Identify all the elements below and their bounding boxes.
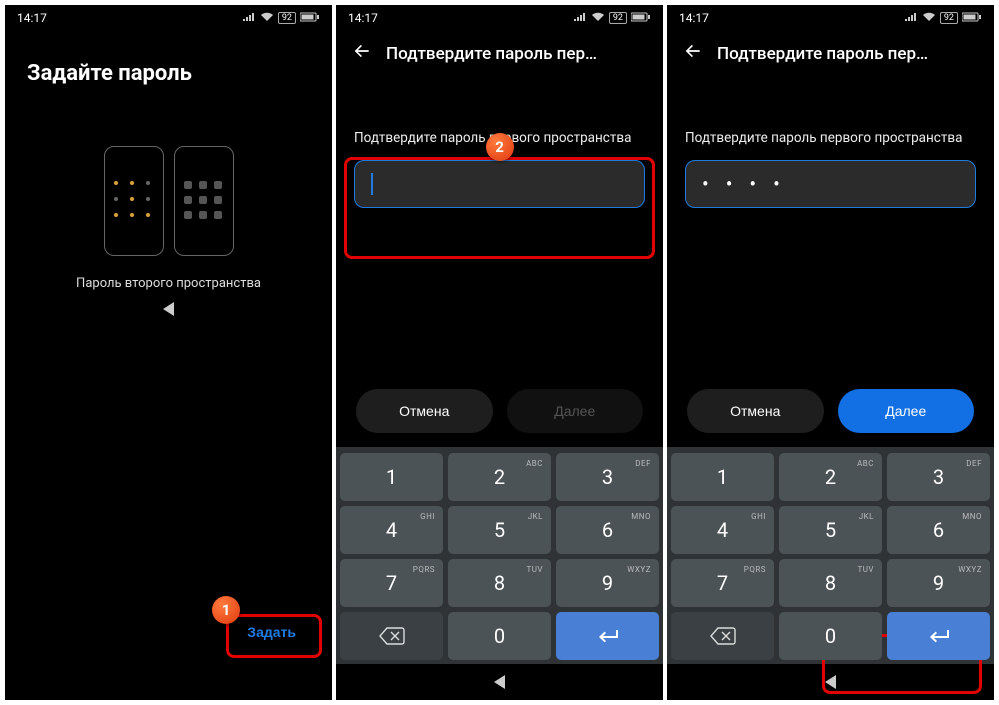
key-4[interactable]: 4GHI <box>671 506 774 554</box>
key-1[interactable]: 1 <box>671 453 774 501</box>
key-2[interactable]: 2ABC <box>448 453 551 501</box>
wifi-icon <box>260 12 274 25</box>
annotation-highlight-2 <box>344 157 655 259</box>
key-7[interactable]: 7PQRS <box>671 559 774 607</box>
key-7[interactable]: 7PQRS <box>340 559 443 607</box>
pin-value: • • • • <box>702 172 786 196</box>
key-backspace[interactable] <box>340 612 443 660</box>
battery-level: 92 <box>940 12 958 24</box>
key-9[interactable]: 9WXYZ <box>556 559 659 607</box>
key-5[interactable]: 5JKL <box>779 506 882 554</box>
annotation-highlight-1 <box>226 614 322 658</box>
caption: Пароль второго пространства <box>5 276 332 291</box>
status-bar: 14:17 92 <box>336 5 663 31</box>
key-4[interactable]: 4GHI <box>340 506 443 554</box>
cancel-button[interactable]: Отмена <box>356 389 493 433</box>
key-8[interactable]: 8TUV <box>779 559 882 607</box>
numeric-keypad: 1 2ABC 3DEF 4GHI 5JKL 6MNO 7PQRS 8TUV 9W… <box>667 447 994 664</box>
key-9[interactable]: 9WXYZ <box>887 559 990 607</box>
annotation-badge-2: 2 <box>486 133 514 161</box>
key-enter[interactable] <box>887 612 990 660</box>
key-0[interactable]: 0 <box>779 612 882 660</box>
back-icon[interactable] <box>352 41 372 66</box>
clock: 14:17 <box>679 11 709 25</box>
next-button[interactable]: Далее <box>838 389 975 433</box>
screen-confirm-empty: 14:17 92 Подтвердите пароль пер… Подтвер… <box>336 5 663 700</box>
nav-back-icon[interactable] <box>163 302 174 316</box>
wifi-icon <box>922 12 936 25</box>
screen-confirm-filled: 14:17 92 Подтвердите пароль пер… Подтвер… <box>667 5 994 700</box>
nav-bar <box>5 291 332 327</box>
key-2[interactable]: 2ABC <box>779 453 882 501</box>
pin-lock-option[interactable] <box>174 146 234 256</box>
nav-bar <box>336 664 663 700</box>
key-enter[interactable] <box>556 612 659 660</box>
key-3[interactable]: 3DEF <box>556 453 659 501</box>
key-8[interactable]: 8TUV <box>448 559 551 607</box>
key-1[interactable]: 1 <box>340 453 443 501</box>
next-button-disabled: Далее <box>507 389 644 433</box>
pin-input[interactable]: • • • • <box>685 160 976 208</box>
key-3[interactable]: 3DEF <box>887 453 990 501</box>
pattern-lock-option[interactable] <box>104 146 164 256</box>
key-backspace[interactable] <box>671 612 774 660</box>
signal-icon <box>242 12 256 25</box>
page-title: Задайте пароль <box>5 31 332 106</box>
battery-icon <box>300 12 320 25</box>
header-title: Подтвердите пароль пер… <box>386 44 597 64</box>
battery-level: 92 <box>609 12 627 24</box>
nav-back-icon[interactable] <box>494 675 505 689</box>
battery-level: 92 <box>278 12 296 24</box>
header-title: Подтвердите пароль пер… <box>717 44 928 64</box>
key-0[interactable]: 0 <box>448 612 551 660</box>
key-5[interactable]: 5JKL <box>448 506 551 554</box>
numeric-keypad: 1 2ABC 3DEF 4GHI 5JKL 6MNO 7PQRS 8TUV 9W… <box>336 447 663 664</box>
cancel-button[interactable]: Отмена <box>687 389 824 433</box>
field-label: Подтвердите пароль первого пространства <box>685 130 976 146</box>
key-6[interactable]: 6MNO <box>556 506 659 554</box>
screen-set-password: 14:17 92 Задайте пароль Пароль второго п… <box>5 5 332 700</box>
status-bar: 14:17 92 <box>5 5 332 31</box>
signal-icon <box>904 12 918 25</box>
battery-icon <box>962 12 982 25</box>
battery-icon <box>631 12 651 25</box>
clock: 14:17 <box>348 11 378 25</box>
app-bar: Подтвердите пароль пер… <box>667 31 994 74</box>
lock-type-illustration <box>5 146 332 256</box>
back-icon[interactable] <box>683 41 703 66</box>
app-bar: Подтвердите пароль пер… <box>336 31 663 74</box>
clock: 14:17 <box>17 11 47 25</box>
key-6[interactable]: 6MNO <box>887 506 990 554</box>
wifi-icon <box>591 12 605 25</box>
signal-icon <box>573 12 587 25</box>
annotation-badge-1: 1 <box>212 596 240 624</box>
status-bar: 14:17 92 <box>667 5 994 31</box>
